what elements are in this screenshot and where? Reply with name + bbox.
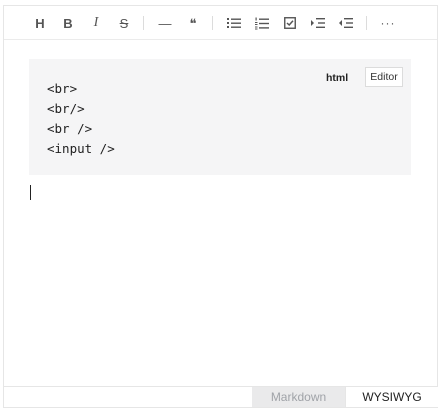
quote-button[interactable]: ❝ — [182, 12, 204, 34]
code-language-label: html — [326, 72, 349, 84]
outdent-button[interactable] — [335, 12, 357, 34]
tab-markdown[interactable]: Markdown — [252, 387, 345, 407]
code-editor-button[interactable]: Editor — [365, 67, 403, 87]
task-list-button[interactable] — [279, 12, 301, 34]
ordered-list-icon — [255, 17, 269, 29]
code-line: <br /> — [47, 121, 93, 136]
strikethrough-icon: S — [119, 15, 129, 31]
toolbar-divider — [212, 16, 213, 30]
indent-button[interactable] — [307, 12, 329, 34]
editor-content[interactable]: <br> <br/> <br /> <input /> html Editor — [4, 40, 437, 387]
bullet-list-button[interactable] — [223, 12, 245, 34]
mode-switch-bar: Markdown WYSIWYG — [4, 386, 438, 407]
bullet-list-icon — [227, 18, 241, 28]
hr-button[interactable]: — — [154, 12, 176, 34]
code-line: <input /> — [47, 141, 115, 156]
quote-icon: ❝ — [189, 15, 197, 31]
heading-button[interactable]: H — [29, 12, 51, 34]
italic-button[interactable]: I — [85, 12, 107, 34]
code-lines: <br> <br/> <br /> <input /> — [47, 79, 115, 159]
horizontal-rule-icon: — — [158, 15, 172, 31]
strike-button[interactable]: S — [113, 12, 135, 34]
task-checkbox-icon — [284, 17, 296, 29]
editor-container: H B I S — ❝ ··· <br> <br/> <br /> <input… — [3, 5, 438, 408]
more-button[interactable]: ··· — [377, 12, 399, 34]
tab-wysiwyg[interactable]: WYSIWYG — [345, 387, 438, 407]
more-icon: ··· — [380, 16, 396, 30]
toolbar-divider — [366, 16, 367, 30]
code-line: <br> — [47, 81, 78, 96]
toolbar-divider — [143, 16, 144, 30]
text-cursor — [30, 185, 31, 200]
heading-icon: H — [35, 15, 45, 31]
code-line: <br/> — [47, 101, 85, 116]
bold-button[interactable]: B — [57, 12, 79, 34]
code-block[interactable]: <br> <br/> <br /> <input /> html Editor — [29, 59, 411, 175]
bold-icon: B — [63, 15, 73, 31]
indent-icon — [311, 18, 325, 28]
toolbar: H B I S — ❝ ··· — [4, 6, 437, 40]
italic-icon: I — [93, 15, 99, 30]
outdent-icon — [339, 18, 353, 28]
ordered-list-button[interactable] — [251, 12, 273, 34]
